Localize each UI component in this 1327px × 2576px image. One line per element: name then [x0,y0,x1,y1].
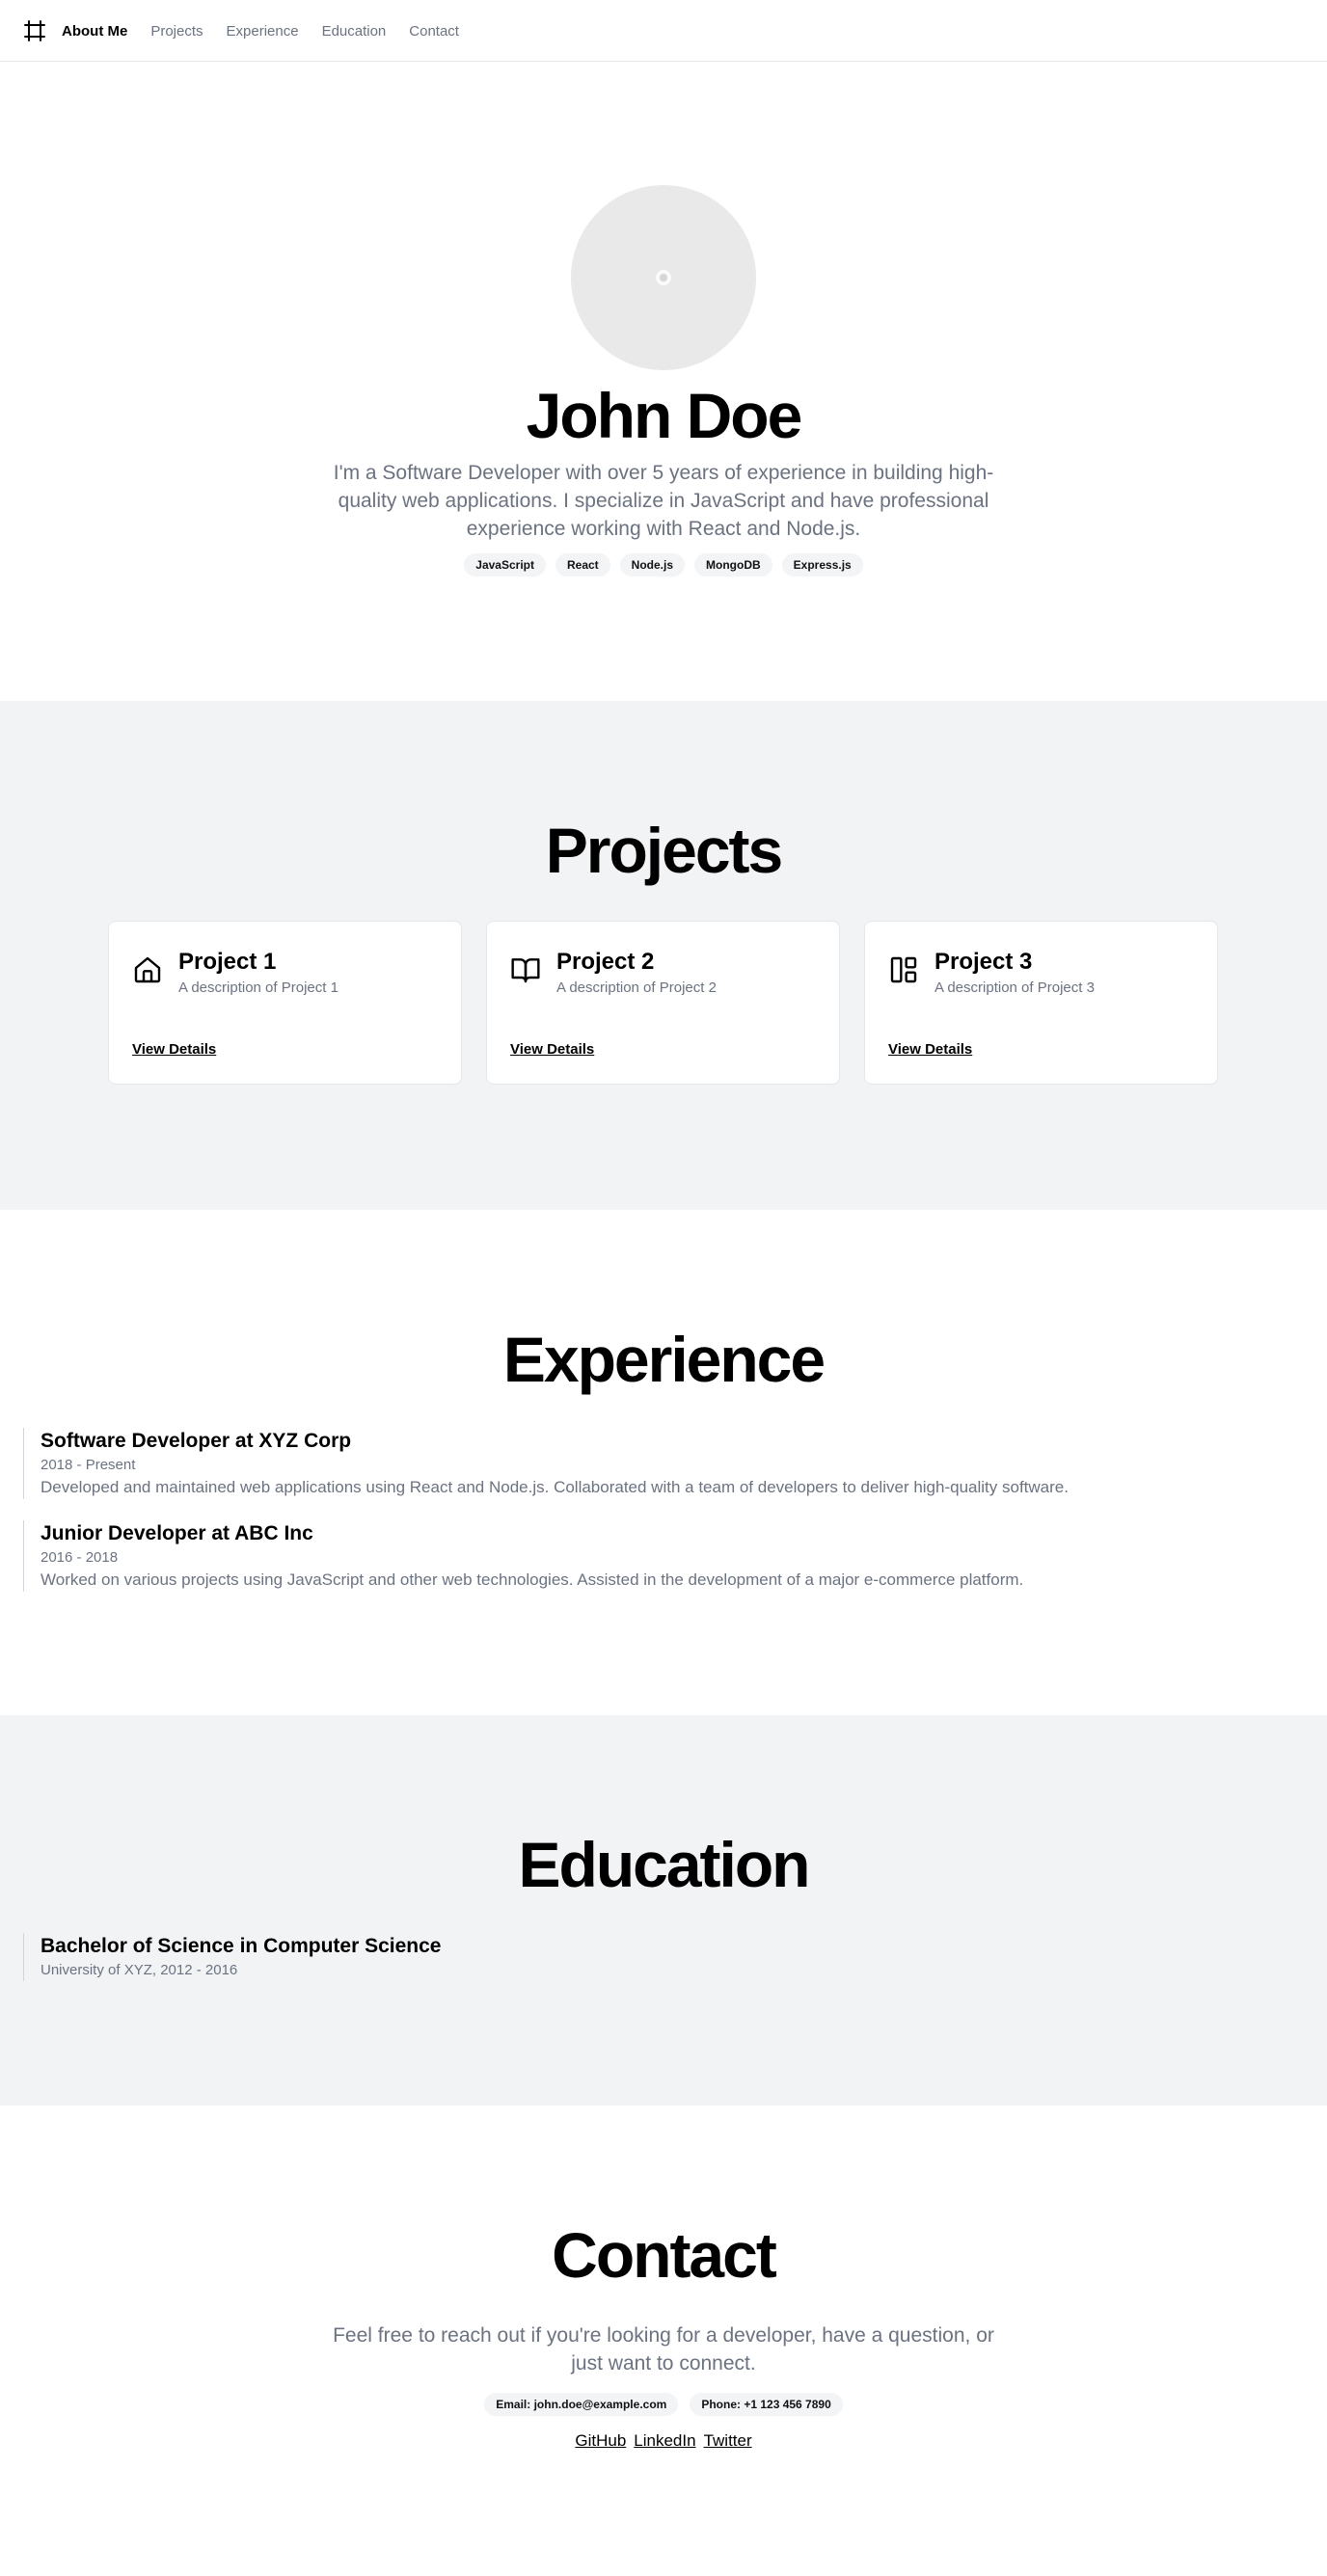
avatar-placeholder-icon [656,270,671,285]
layout-icon [890,956,917,983]
skill-tag: JavaScript [464,553,546,577]
view-details-link[interactable]: View Details [510,1041,594,1058]
nav-link-experience[interactable]: Experience [227,23,299,40]
project-card: Project 2 A description of Project 2 Vie… [486,921,840,1085]
book-open-icon [511,958,540,983]
experience-item: Junior Developer at ABC Inc 2016 - 2018 … [23,1520,1023,1592]
nav-link-about-me[interactable]: About Me [62,23,127,40]
skill-tag: React [555,553,610,577]
section-title: Education [518,1829,810,1900]
experience-dates: 2018 - Present [41,1457,136,1473]
linkedin-link[interactable]: LinkedIn [634,2431,695,2451]
section-title: Experience [502,1324,826,1395]
social-links: GitHub LinkedIn Twitter [0,2431,1327,2451]
project-title: Project 3 [934,949,1033,975]
project-card: Project 1 A description of Project 1 Vie… [108,921,462,1085]
view-details-link[interactable]: View Details [132,1041,216,1058]
contact-details: Email: john.doe@example.com Phone: +1 12… [0,2393,1327,2416]
experience-dates: 2016 - 2018 [41,1549,119,1566]
nav-link-contact[interactable]: Contact [409,23,459,40]
project-card: Project 3 A description of Project 3 Vie… [864,921,1218,1085]
profile-name: John Doe [526,380,803,451]
project-description: A description of Project 3 [934,979,1095,996]
experience-title: Software Developer at XYZ Corp [41,1430,352,1452]
project-description: A description of Project 2 [556,979,717,996]
experience-section: Experience Software Developer at XYZ Cor… [0,1210,1327,1715]
project-title: Project 2 [556,949,655,975]
education-details: University of XYZ, 2012 - 2016 [41,1962,238,1978]
education-title: Bachelor of Science in Computer Science [41,1935,442,1957]
home-icon [134,956,161,983]
view-details-link[interactable]: View Details [888,1041,972,1058]
project-description: A description of Project 1 [178,979,339,996]
skill-tag: Node.js [619,553,686,577]
skill-tag: Express.js [781,553,863,577]
twitter-link[interactable]: Twitter [704,2431,752,2451]
main-nav: About Me Projects Experience Education C… [62,0,459,62]
projects-section: Projects Project 1 A description of Proj… [0,701,1327,1210]
section-title: Contact [552,2219,777,2291]
phone-badge: Phone: +1 123 456 7890 [690,2393,843,2416]
nav-link-education[interactable]: Education [322,23,387,40]
profile-bio: I'm a Software Developer with over 5 yea… [333,462,994,540]
section-title: Projects [545,815,783,886]
github-link[interactable]: GitHub [575,2431,626,2451]
site-header: About Me Projects Experience Education C… [0,0,1327,62]
contact-text: Feel free to reach out if you're looking… [333,2324,994,2375]
skill-tag: MongoDB [694,553,772,577]
contact-section: Contact Feel free to reach out if you're… [0,2106,1327,2576]
nav-link-projects[interactable]: Projects [150,23,203,40]
frame-icon[interactable] [23,19,46,42]
avatar [571,185,756,370]
experience-description: Worked on various projects using JavaScr… [41,1570,1024,1589]
experience-description: Developed and maintained web application… [41,1478,1069,1496]
skill-tags: JavaScript React Node.js MongoDB Express… [0,553,1327,577]
experience-item: Software Developer at XYZ Corp 2018 - Pr… [23,1428,1069,1499]
email-badge: Email: john.doe@example.com [484,2393,679,2416]
project-title: Project 1 [178,949,277,975]
education-section: Education Bachelor of Science in Compute… [0,1715,1327,2106]
about-section: John Doe I'm a Software Developer with o… [0,62,1327,701]
education-item: Bachelor of Science in Computer Science … [23,1933,441,1981]
experience-title: Junior Developer at ABC Inc [41,1522,313,1544]
